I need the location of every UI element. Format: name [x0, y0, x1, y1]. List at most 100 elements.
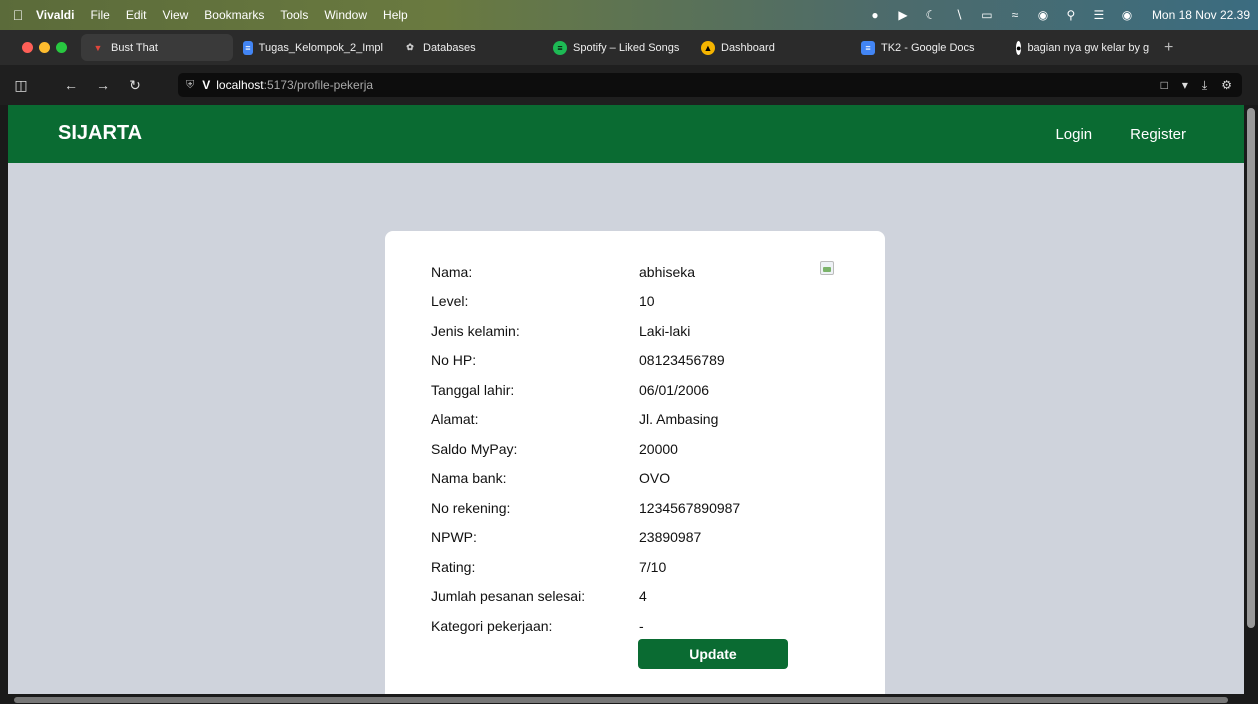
tab-label: Bust That	[111, 41, 158, 54]
zoom-window-button[interactable]	[56, 42, 67, 53]
menu-help[interactable]: Help	[383, 8, 408, 22]
play-icon[interactable]: ▶	[896, 8, 910, 22]
tab-bust-that[interactable]: ▼ Bust That	[81, 34, 233, 61]
url-field[interactable]: ⛨ V localhost :5173/profile-pekerja □ ▾ …	[178, 73, 1242, 97]
field-label: Jumlah pesanan selesai:	[431, 588, 586, 605]
extensions-icon[interactable]: ⚙	[1221, 78, 1232, 92]
profile-row-no-rekening: No rekening: 1234567890987	[431, 493, 740, 523]
field-value: 08123456789	[639, 352, 725, 369]
register-link[interactable]: Register	[1130, 126, 1186, 143]
tab-label: bagian nya gw kelar by g	[1027, 41, 1150, 54]
profile-row-rating: Rating: 7/10	[431, 552, 740, 582]
tab-spotify[interactable]: ≡ Spotify – Liked Songs	[543, 34, 691, 61]
profile-row-npwp: NPWP: 23890987	[431, 523, 740, 553]
tab-label: Spotify – Liked Songs	[573, 41, 680, 54]
field-value: -	[639, 617, 644, 634]
menu-file[interactable]: File	[90, 8, 109, 22]
menu-clock[interactable]: Mon 18 Nov 22.39	[1152, 8, 1250, 22]
field-label: Nama:	[431, 263, 473, 280]
profile-row-jenis-kelamin: Jenis kelamin: Laki-laki	[431, 316, 740, 346]
profile-row-no-hp: No HP: 08123456789	[431, 346, 740, 376]
field-label: Level:	[431, 293, 469, 310]
github-icon: ●	[1016, 40, 1022, 55]
profile-row-jumlah-pesanan: Jumlah pesanan selesai: 4	[431, 582, 740, 612]
profile-row-nama: Nama: abhiseka	[431, 257, 740, 287]
vivaldi-icon: ▼	[93, 42, 103, 53]
menu-app-name[interactable]: Vivaldi	[36, 8, 74, 22]
field-value: 06/01/2006	[639, 381, 710, 398]
menu-tools[interactable]: Tools	[280, 8, 308, 22]
dashboard-icon: ▲	[701, 40, 715, 55]
update-button[interactable]: Update	[638, 639, 788, 669]
shield-icon[interactable]: ⛨	[186, 79, 194, 92]
user-switch-icon[interactable]: ◉	[1036, 8, 1050, 22]
field-value: OVO	[639, 470, 671, 487]
field-value: 23890987	[639, 529, 702, 546]
download-icon[interactable]: ⤓	[1202, 78, 1207, 93]
tab-dashboard[interactable]: ▲ Dashboard	[691, 34, 851, 61]
nav-links: Login Register	[1055, 126, 1186, 143]
profile-card: Nama: abhiseka Level: 10 Jenis kelamin: Lak…	[385, 231, 885, 694]
control-center-icon[interactable]: ☰	[1092, 8, 1106, 22]
search-icon[interactable]: ⚲	[1064, 8, 1078, 22]
field-label: Alamat:	[431, 411, 479, 428]
field-label: No HP:	[431, 352, 477, 369]
spotify-icon: ≡	[553, 40, 567, 55]
minimize-window-button[interactable]	[39, 42, 50, 53]
menu-window[interactable]: Window	[324, 8, 367, 22]
field-label: Jenis kelamin:	[431, 322, 520, 339]
tab-databases[interactable]: ✿ Databases	[393, 34, 543, 61]
page-viewport: SIJARTA Login Register Nama: abhiseka Lev…	[8, 105, 1244, 694]
moon-icon[interactable]: ☾	[924, 8, 938, 22]
reload-icon[interactable]: ↻	[124, 77, 146, 94]
chevron-down-icon[interactable]: ▾	[1182, 78, 1188, 92]
forward-arrow-icon[interactable]: →	[92, 77, 114, 93]
back-arrow-icon[interactable]: ←	[60, 77, 82, 93]
tab-github[interactable]: ● bagian nya gw kelar by g	[1006, 34, 1156, 61]
profile-row-saldo-mypay: Saldo MyPay: 20000	[431, 434, 740, 464]
tab-label: Databases	[423, 41, 476, 54]
siri-icon[interactable]: ◉	[1120, 8, 1134, 22]
docs-icon: ≡	[243, 40, 253, 55]
field-label: Nama bank:	[431, 470, 507, 487]
bookmark-icon[interactable]: □	[1161, 78, 1168, 92]
field-label: NPWP:	[431, 529, 477, 546]
menu-bookmarks[interactable]: Bookmarks	[204, 8, 264, 22]
tab-label: TK2 - Google Docs	[881, 41, 975, 54]
field-label: Tanggal lahir:	[431, 381, 515, 398]
broken-image-icon	[820, 261, 834, 275]
field-value: Laki-laki	[639, 322, 691, 339]
new-tab-plus-icon[interactable]: +	[1164, 39, 1173, 57]
horizontal-scrollbar[interactable]	[14, 697, 1228, 703]
chat-icon[interactable]: ●	[868, 8, 882, 22]
apple-icon[interactable]: 	[0, 7, 36, 23]
field-value: 7/10	[639, 558, 667, 575]
login-link[interactable]: Login	[1055, 126, 1092, 143]
field-value: Jl. Ambasing	[639, 411, 719, 428]
field-value: 4	[639, 588, 647, 605]
menu-edit[interactable]: Edit	[126, 8, 147, 22]
site-navbar: SIJARTA Login Register	[8, 105, 1244, 163]
url-host: localhost	[216, 78, 264, 92]
menu-view[interactable]: View	[163, 8, 189, 22]
profile-details: Nama: abhiseka Level: 10 Jenis kelamin: Lak…	[431, 257, 740, 641]
field-value: 10	[639, 293, 655, 310]
wifi-icon[interactable]: ≈	[1008, 8, 1022, 22]
tab-label: Dashboard	[721, 41, 775, 54]
field-value: abhiseka	[639, 263, 696, 280]
browser-tab-bar: ▼ Bust That ≡ Tugas_Kelompok_2_Impl ✿ Da…	[0, 30, 1258, 65]
tab-tugas-kelompok[interactable]: ≡ Tugas_Kelompok_2_Impl	[233, 34, 393, 61]
url-path: :5173/profile-pekerja	[263, 78, 374, 92]
profile-row-alamat: Alamat: Jl. Ambasing	[431, 405, 740, 435]
address-toolbar: ◫ ← → ↻ ⛨ V localhost :5173/profile-peke…	[0, 65, 1258, 105]
field-label: No rekening:	[431, 499, 511, 516]
docs-icon: ≡	[861, 40, 875, 55]
tab-tk2-google-docs[interactable]: ≡ TK2 - Google Docs	[851, 34, 1006, 61]
sidebar-toggle-icon[interactable]: ◫	[10, 77, 32, 94]
close-window-button[interactable]	[22, 42, 33, 53]
battery-icon[interactable]: ▭	[980, 8, 994, 22]
mute-icon[interactable]: ∖	[952, 8, 966, 22]
vivaldi-v-icon: V	[202, 78, 211, 92]
site-brand[interactable]: SIJARTA	[58, 122, 142, 145]
vertical-scrollbar[interactable]	[1247, 108, 1255, 628]
